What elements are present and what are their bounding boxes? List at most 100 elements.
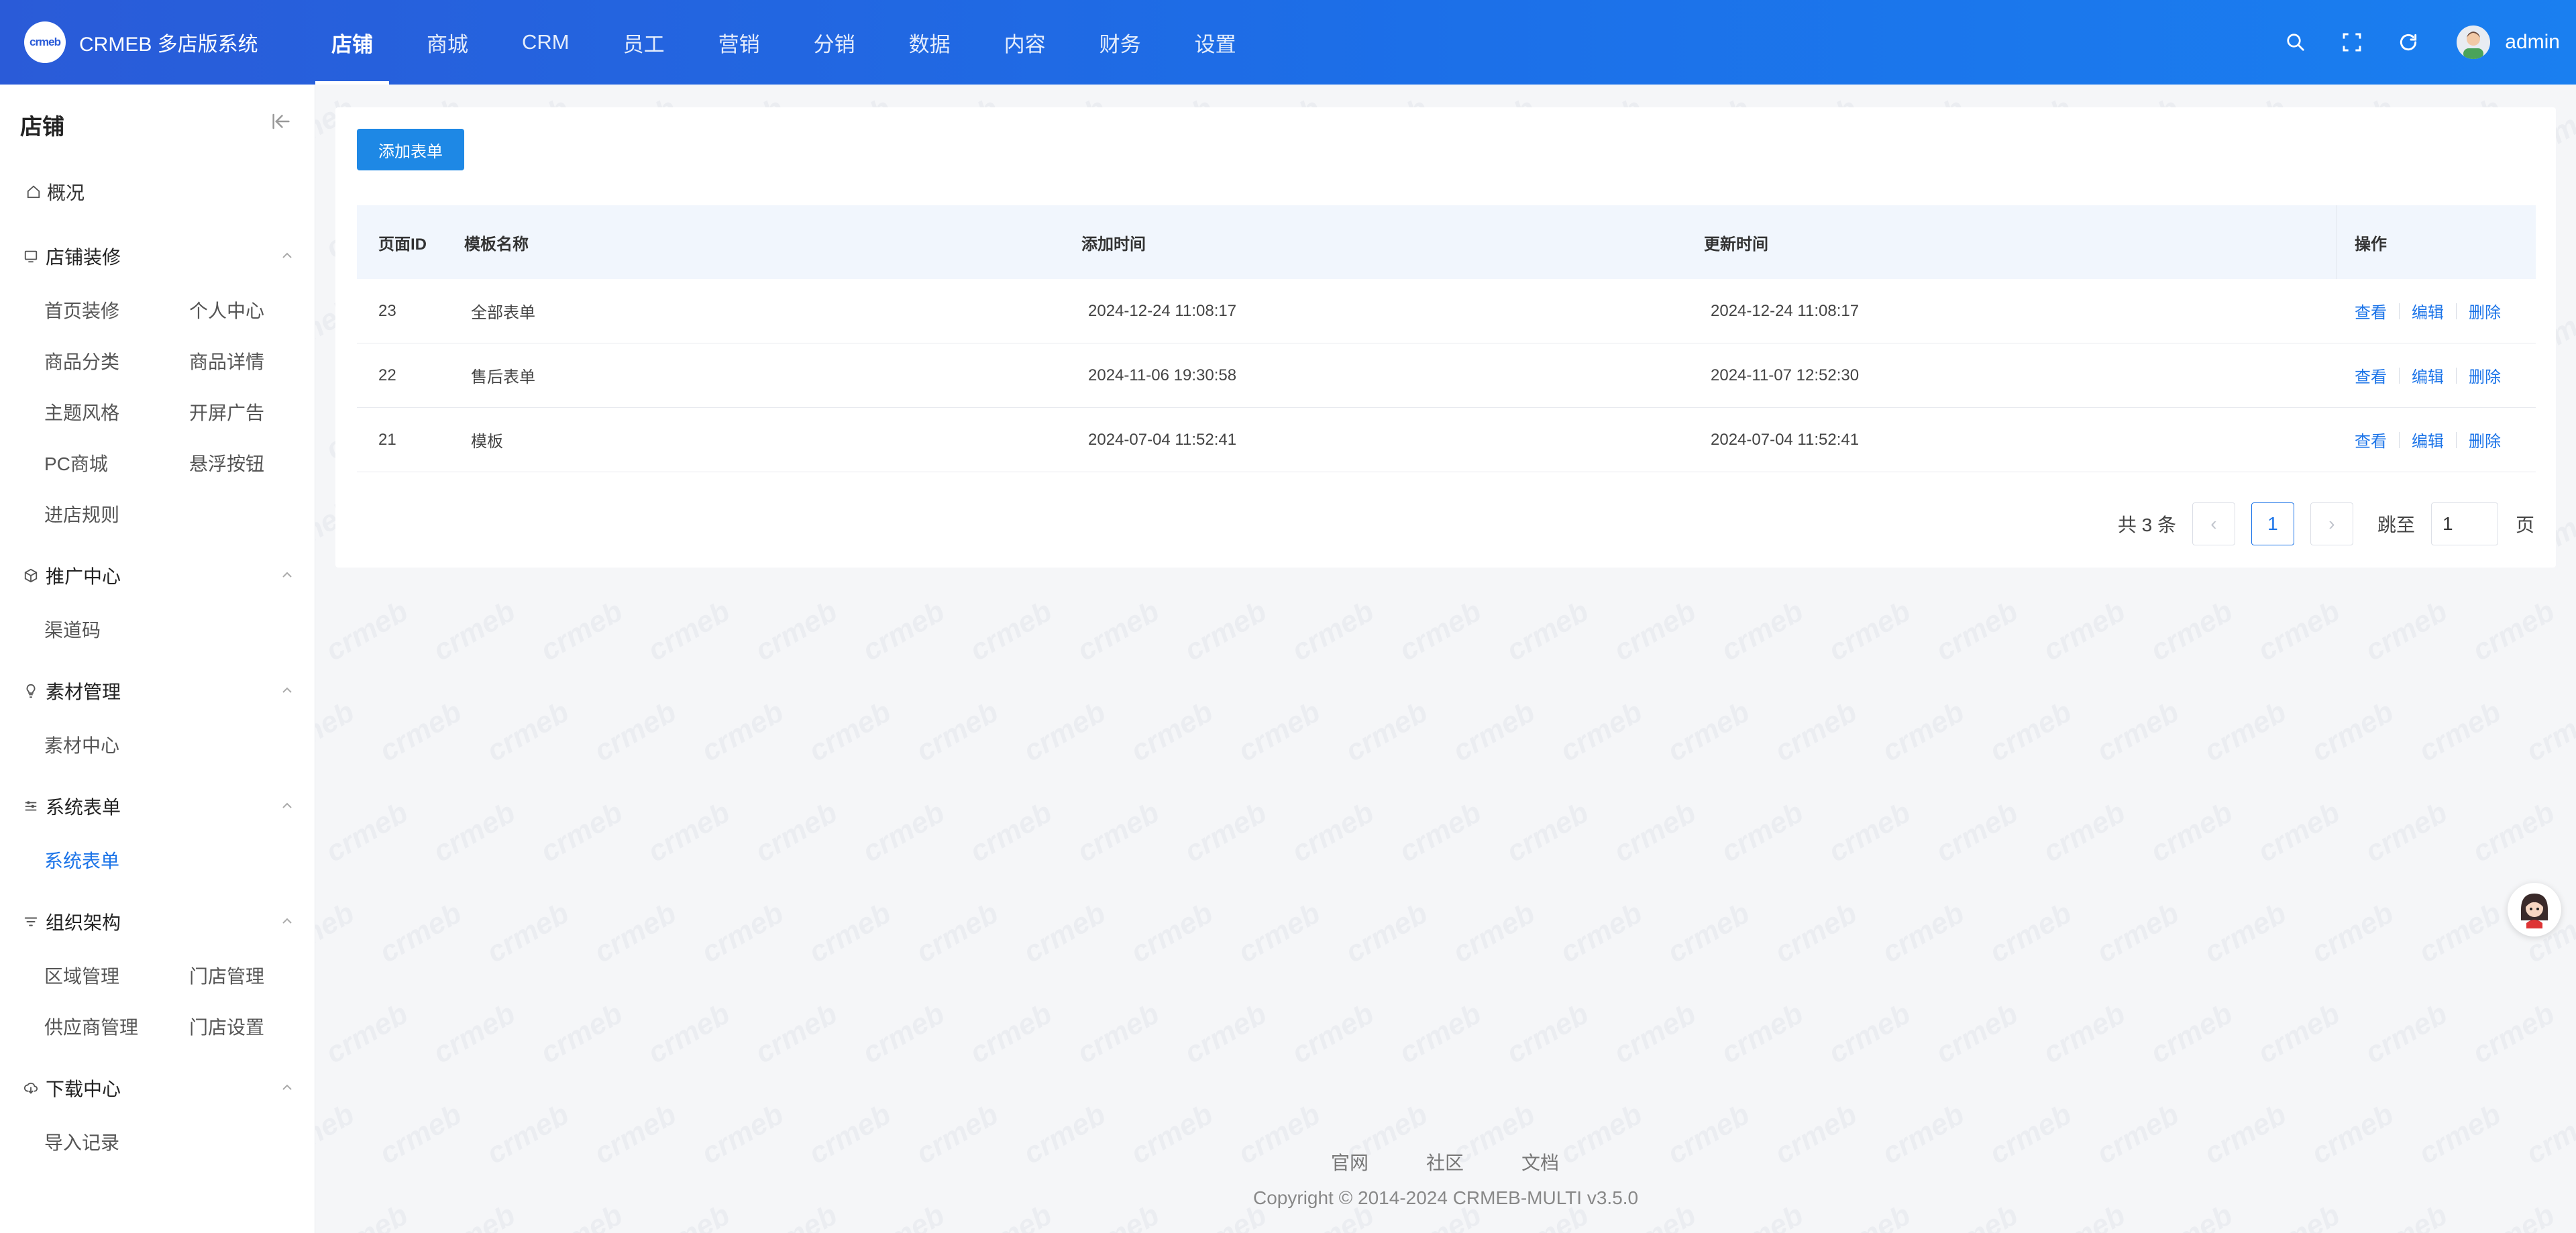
sidebar-item-channel-code[interactable]: 渠道码	[44, 616, 101, 643]
view-link[interactable]: 查看	[2355, 299, 2387, 323]
sidebar-group-label: 系统表单	[46, 797, 121, 818]
watermark-text: crmeb	[964, 997, 1058, 1070]
sidebar-item-import-records[interactable]: 导入记录	[44, 1128, 119, 1155]
prev-page-button[interactable]: ‹	[2192, 502, 2235, 545]
sidebar-item-region-management[interactable]: 区域管理	[44, 962, 119, 989]
footer-link-docs[interactable]: 文档	[1521, 1148, 1559, 1175]
sidebar-item-entry-rules[interactable]: 进店规则	[44, 500, 119, 527]
watermark-text: crmeb	[1608, 796, 1702, 869]
sidebar-group-promotion[interactable]: 推广中心	[21, 562, 295, 589]
jump-page-input[interactable]	[2430, 502, 2498, 545]
sidebar-item-theme[interactable]: 主题风格	[44, 398, 119, 425]
watermark-text: crmeb	[2038, 1198, 2131, 1233]
watermark-text: crmeb	[320, 997, 414, 1070]
sidebar-item-store-settings[interactable]: 门店设置	[189, 1013, 264, 1040]
watermark-text: crmeb	[910, 896, 1004, 969]
watermark-text: crmeb	[749, 997, 843, 1070]
topnav-item-crm[interactable]: CRM	[506, 0, 586, 85]
watermark-text: crmeb	[1286, 594, 1380, 667]
watermark-text: crmeb	[427, 997, 521, 1070]
sidebar-item-pc-mall[interactable]: PC商城	[44, 449, 108, 476]
refresh-icon[interactable]	[2394, 28, 2423, 57]
sidebar-item-label: 概况	[47, 182, 85, 203]
sidebar-item-float-button[interactable]: 悬浮按钮	[189, 449, 264, 476]
watermark-text: crmeb	[1715, 796, 1809, 869]
watermark-text: crmeb	[2359, 796, 2453, 869]
brand-title: CRMEB 多店版系统	[79, 34, 258, 56]
sidebar-group-system-form[interactable]: 系统表单	[21, 793, 295, 820]
cube-icon	[21, 566, 40, 585]
edit-link[interactable]: 编辑	[2412, 299, 2444, 323]
footer-link-community[interactable]: 社区	[1426, 1148, 1464, 1175]
cell-added: 2024-12-24 11:08:17	[1088, 301, 1237, 320]
delete-link[interactable]: 删除	[2469, 364, 2501, 387]
cell-id: 23	[378, 301, 396, 320]
watermark-text: crmeb	[857, 997, 951, 1070]
watermark-text: crmeb	[965, 1198, 1058, 1233]
sidebar-group-decoration[interactable]: 店铺装修	[21, 243, 295, 270]
bulb-icon	[21, 682, 40, 700]
search-icon[interactable]	[2281, 28, 2310, 57]
topnav-item-distribution[interactable]: 分销	[798, 0, 871, 85]
watermark-text: crmeb	[857, 594, 951, 667]
sidebar-item-store-management[interactable]: 门店管理	[189, 962, 264, 989]
delete-link[interactable]: 删除	[2469, 299, 2501, 323]
pagination: 共 3 条 ‹ 1 › 跳至 页	[2118, 502, 2534, 546]
watermark-text: crmeb	[2198, 896, 2292, 969]
watermark-text: crmeb	[1876, 695, 1970, 768]
watermark-text: crmeb	[2467, 997, 2561, 1070]
view-link[interactable]: 查看	[2355, 428, 2387, 451]
add-form-button[interactable]: 添加表单	[357, 129, 464, 170]
sidebar-item-material-center[interactable]: 素材中心	[44, 731, 119, 758]
watermark-text: crmeb	[1447, 896, 1541, 969]
page-number-button[interactable]: 1	[2251, 502, 2294, 545]
watermark-text: crmeb	[2198, 695, 2292, 768]
topnav-item-staff[interactable]: 员工	[607, 0, 681, 85]
watermark-text: crmeb	[374, 1097, 468, 1171]
topnav-item-store[interactable]: 店铺	[315, 0, 389, 85]
watermark-text: crmeb	[1554, 695, 1648, 768]
avatar[interactable]	[2457, 25, 2491, 59]
sidebar-item-splash-ad[interactable]: 开屏广告	[189, 398, 264, 425]
watermark-text: crmeb	[2413, 1097, 2507, 1171]
view-link[interactable]: 查看	[2355, 364, 2387, 387]
topnav-item-content[interactable]: 内容	[988, 0, 1062, 85]
watermark-text: crmeb	[857, 796, 951, 869]
brand[interactable]: crmeb CRMEB 多店版系统	[0, 0, 315, 85]
watermark-text: crmeb	[1232, 1097, 1326, 1171]
watermark-text: crmeb	[1662, 896, 1756, 969]
collapse-sidebar-icon[interactable]	[270, 110, 292, 133]
watermark-text: crmeb	[1716, 1198, 1809, 1233]
sidebar-group-organization[interactable]: 组织架构	[21, 908, 295, 935]
watermark-text: crmeb	[1071, 796, 1165, 869]
sidebar-item-product-detail[interactable]: 商品详情	[189, 347, 264, 374]
sidebar-item-overview[interactable]: 概况	[24, 178, 85, 205]
sidebar-item-system-form[interactable]: 系统表单	[44, 847, 119, 873]
sidebar-item-home-decoration[interactable]: 首页装修	[44, 297, 119, 323]
footer-link-official[interactable]: 官网	[1331, 1148, 1368, 1175]
assistant-avatar-button[interactable]	[2508, 883, 2561, 936]
watermark-text: crmeb	[588, 695, 682, 768]
topnav-item-mall[interactable]: 商城	[411, 0, 484, 85]
sidebar-item-product-category[interactable]: 商品分类	[44, 347, 119, 374]
next-page-button[interactable]: ›	[2310, 502, 2353, 545]
sidebar-item-supplier-management[interactable]: 供应商管理	[44, 1013, 138, 1040]
cell-updated: 2024-12-24 11:08:17	[1711, 301, 1860, 320]
topnav-item-settings[interactable]: 设置	[1179, 0, 1252, 85]
topnav-item-finance[interactable]: 财务	[1083, 0, 1157, 85]
watermark-text: crmeb	[2467, 594, 2561, 667]
sidebar-group-download[interactable]: 下载中心	[21, 1075, 295, 1102]
edit-link[interactable]: 编辑	[2412, 364, 2444, 387]
sidebar-group-material[interactable]: 素材管理	[21, 678, 295, 704]
watermark-text: crmeb	[1769, 896, 1863, 969]
watermark-text: crmeb	[1823, 796, 1917, 869]
sidebar-group-label: 组织架构	[46, 912, 121, 933]
topnav-item-marketing[interactable]: 营销	[702, 0, 776, 85]
sidebar-group-label: 店铺装修	[46, 247, 121, 268]
topnav-item-data[interactable]: 数据	[893, 0, 967, 85]
user-name[interactable]: admin	[2505, 31, 2560, 54]
fullscreen-icon[interactable]	[2337, 28, 2367, 57]
edit-link[interactable]: 编辑	[2412, 428, 2444, 451]
sidebar-item-personal-center[interactable]: 个人中心	[189, 297, 264, 323]
delete-link[interactable]: 删除	[2469, 428, 2501, 451]
